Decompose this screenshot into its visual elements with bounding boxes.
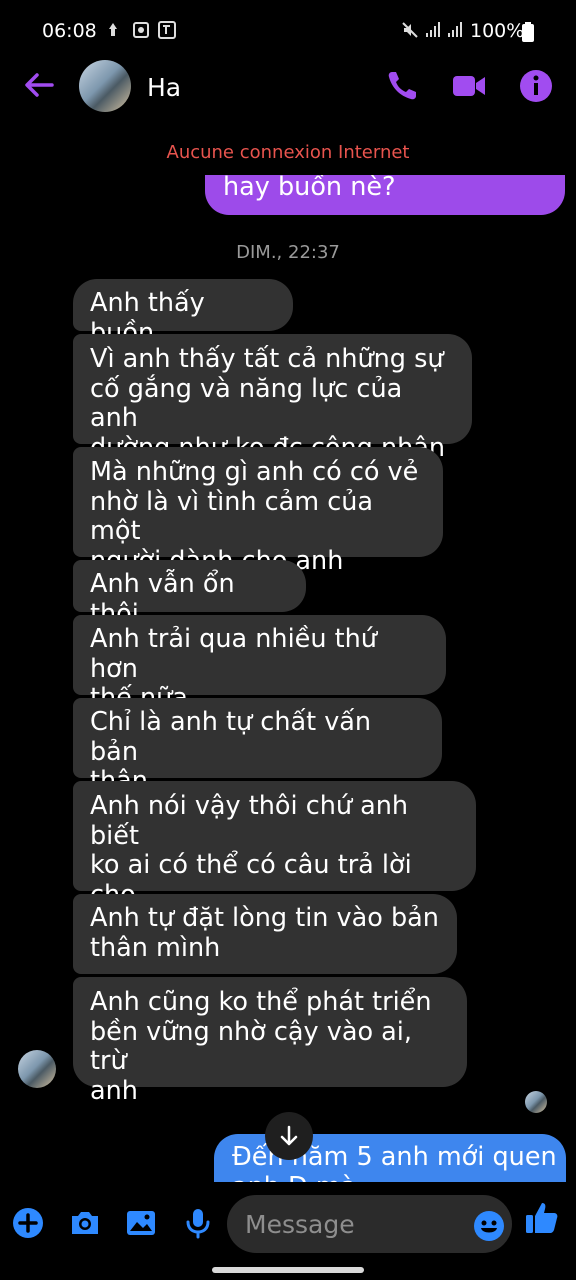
received-message[interactable]: Anh nói vậy thôi chứ anh biết ko ai có t… — [73, 781, 476, 939]
app-notification-icon — [133, 22, 149, 38]
sent-message-text: hay buồn nè? — [223, 175, 396, 202]
received-message[interactable]: Anh thấy buồn — [73, 279, 293, 347]
message-timestamp: DIM., 22:37 — [236, 242, 340, 263]
scroll-to-bottom-button[interactable] — [265, 1112, 313, 1160]
contact-name[interactable]: Ha — [147, 73, 181, 102]
received-message[interactable]: Vì anh thấy tất cả những sự cố gắng và n… — [73, 334, 472, 462]
plus-icon[interactable] — [11, 1206, 45, 1240]
mute-icon — [402, 22, 418, 38]
received-message[interactable]: Anh vẫn ổn thôi — [73, 560, 306, 628]
arrow-down-icon — [280, 1125, 298, 1146]
like-icon[interactable] — [524, 1200, 560, 1236]
sent-message[interactable]: hay buồn nè? — [205, 175, 565, 215]
sender-avatar[interactable] — [18, 1050, 56, 1088]
camera-icon[interactable] — [68, 1206, 102, 1240]
gallery-icon[interactable] — [124, 1206, 158, 1240]
received-message[interactable]: Anh trải qua nhiều thứ hơn thế nữa — [73, 615, 446, 713]
microphone-icon[interactable] — [181, 1206, 215, 1240]
signal-icon-2 — [448, 22, 462, 37]
back-arrow-icon[interactable] — [22, 70, 56, 100]
battery-icon — [522, 22, 534, 42]
signal-icon — [426, 22, 440, 37]
phone-icon[interactable] — [384, 68, 420, 104]
video-camera-icon[interactable] — [451, 68, 487, 104]
notification-icon — [109, 23, 117, 36]
received-message[interactable]: Chỉ là anh tự chất vấn bản thân — [73, 698, 442, 796]
received-message[interactable]: Mà những gì anh có có vẻ nhờ là vì tình … — [73, 447, 443, 575]
no-connection-banner: Aucune connexion Internet — [166, 142, 410, 163]
battery-percentage: 100% — [470, 20, 525, 42]
received-message[interactable]: Anh cũng ko thể phát triển bền vững nhờ … — [73, 977, 467, 1105]
info-icon[interactable] — [518, 68, 554, 104]
navigation-handle[interactable] — [212, 1267, 364, 1273]
read-receipt-avatar — [525, 1091, 547, 1113]
contact-avatar[interactable] — [79, 60, 131, 112]
received-message[interactable]: Anh tự đặt lòng tin vào bản thân mình — [73, 894, 457, 974]
emoji-icon[interactable] — [473, 1210, 505, 1242]
translate-icon — [158, 21, 176, 39]
message-input[interactable] — [227, 1195, 512, 1253]
status-time: 06:08 — [42, 20, 97, 42]
